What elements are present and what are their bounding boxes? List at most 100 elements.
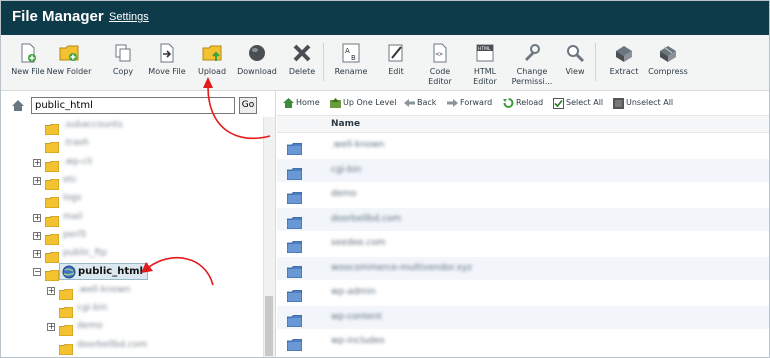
folder-icon (44, 175, 60, 191)
tree-item[interactable]: mail (63, 209, 82, 225)
tree-expander[interactable]: + (33, 213, 41, 222)
file-name[interactable]: doorbellbd.com (331, 214, 401, 224)
tree-expander[interactable]: + (47, 286, 55, 295)
new-file-icon (5, 43, 51, 63)
folder-icon (286, 336, 303, 355)
svg-text:B: B (351, 54, 356, 62)
table-row[interactable]: .well-known (277, 134, 769, 157)
change-permissions-button[interactable]: Change Permissi... (509, 43, 555, 87)
move-file-icon (144, 43, 190, 63)
tree-item[interactable]: demo (77, 318, 103, 334)
file-name[interactable]: wp-content (331, 312, 382, 322)
tree-item[interactable]: perl5 (63, 227, 86, 243)
page-title: File Manager (12, 8, 104, 25)
extract-button[interactable]: Extract (601, 43, 647, 77)
tree-expander[interactable]: − (33, 268, 41, 277)
download-button[interactable]: Download (234, 43, 280, 77)
tree-item[interactable]: .well-known (77, 282, 131, 298)
file-manager-window: File Manager Settings New File New Folder… (0, 0, 770, 358)
toolbar-button-label: Code Editor (428, 67, 452, 86)
table-row[interactable]: woocommerce-multivendor.xyz (277, 256, 769, 280)
folder-icon (44, 266, 60, 282)
tree-item-label: logs (63, 193, 82, 204)
file-name[interactable]: cgi-bin (331, 165, 361, 175)
annotation-arrow-upload (203, 77, 271, 140)
code-editor-icon: <> (417, 43, 463, 63)
html-editor-button[interactable]: HTML HTML Editor (462, 43, 508, 87)
folder-icon (286, 140, 303, 159)
folder-icon (58, 340, 74, 355)
table-row[interactable]: doorbellbd.com (277, 207, 769, 231)
rename-icon: AB (328, 43, 374, 63)
tree-expander[interactable]: + (33, 231, 41, 240)
toolbar-button-label: HTML Editor (473, 67, 497, 86)
home-label: Home (296, 98, 320, 107)
tree-item[interactable]: etc (63, 172, 77, 188)
tree-item[interactable]: doorbellbd.com (77, 337, 147, 353)
tree-item-label: demo (77, 321, 103, 332)
toolbar-button-label: New File (11, 67, 45, 76)
code-editor-button[interactable]: <> Code Editor (417, 43, 463, 87)
settings-link[interactable]: Settings (109, 11, 149, 23)
file-name[interactable]: woocommerce-multivendor.xyz (331, 263, 472, 273)
file-list-pane: Home Up One Level Back Forward Reload Se… (277, 91, 769, 357)
tree-item-label: .well-known (77, 284, 131, 295)
tree-expander[interactable]: + (33, 250, 41, 259)
folder-icon (44, 120, 60, 136)
table-row[interactable]: wp-admin (277, 281, 769, 304)
tree-scrollbar-thumb[interactable] (265, 296, 273, 356)
tree-item[interactable]: .subaccounts (63, 117, 123, 133)
tree-expander[interactable]: + (33, 158, 41, 167)
tree-item-label: mail (63, 211, 83, 222)
table-row[interactable]: wp-includes (277, 330, 769, 353)
table-row[interactable]: seedee.com (277, 232, 769, 255)
tree-expander[interactable]: + (33, 176, 41, 185)
file-name[interactable]: seedee.com (331, 238, 386, 248)
name-column-header[interactable]: Name (331, 119, 360, 129)
toolbar-button-label: Edit (388, 67, 404, 76)
new-file-button[interactable]: New File (5, 43, 51, 77)
new-folder-button[interactable]: New Folder (46, 43, 92, 77)
reload-label: Reload (516, 98, 544, 107)
toolbar-button-label: Copy (112, 67, 134, 76)
table-row[interactable]: wp-content (277, 305, 769, 329)
html-editor-icon: HTML (462, 43, 508, 63)
view-button[interactable]: View (552, 43, 598, 77)
edit-icon (373, 43, 419, 63)
move-file-button[interactable]: Move File (144, 43, 190, 77)
folder-tree: .subaccounts .trash + .wp-cli + etc logs + mail +… (1, 117, 263, 357)
copy-button[interactable]: Copy (100, 43, 146, 77)
tree-item[interactable]: .trash (63, 135, 89, 151)
upload-button[interactable]: Upload (189, 43, 235, 77)
table-row[interactable]: cgi-bin (277, 158, 769, 182)
file-name[interactable]: .well-known (331, 140, 385, 150)
delete-icon (279, 43, 325, 63)
delete-button[interactable]: Delete (279, 43, 325, 77)
home-icon[interactable] (11, 99, 25, 112)
navigation-bar: Home Up One Level Back Forward Reload Se… (277, 91, 769, 115)
file-name[interactable]: wp-admin (331, 287, 376, 297)
extract-icon (601, 43, 647, 63)
toolbar-separator (595, 43, 596, 81)
file-name[interactable]: wp-includes (331, 336, 385, 346)
tree-item[interactable]: cgi-bin (77, 300, 107, 316)
tree-item[interactable]: logs (63, 190, 81, 206)
forward-label: Forward (460, 98, 493, 107)
tree-item[interactable]: public_ftp (63, 245, 107, 261)
file-name[interactable]: demo (331, 189, 357, 199)
download-icon (234, 43, 280, 63)
up-folder-icon (330, 98, 341, 108)
globe-icon (62, 265, 76, 285)
header-bar: File Manager Settings (1, 1, 769, 35)
copy-icon (100, 43, 146, 63)
table-row[interactable]: demo (277, 183, 769, 206)
table-header: Name (277, 115, 769, 133)
tree-item-label: doorbellbd.com (77, 339, 148, 350)
folder-icon (58, 321, 74, 337)
folder-icon (286, 189, 303, 208)
rename-button[interactable]: A B Rename (328, 43, 374, 77)
compress-button[interactable]: Compress (645, 43, 691, 77)
tree-item[interactable]: .wp-cli (63, 154, 92, 170)
edit-button[interactable]: Edit (373, 43, 419, 77)
tree-expander[interactable]: + (47, 323, 55, 332)
